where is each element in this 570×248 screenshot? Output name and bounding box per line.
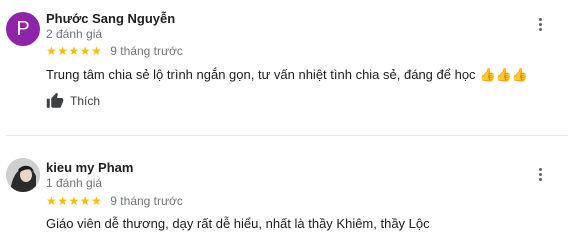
reviewer-review-count: 1 đánh giá [46,176,103,190]
review-card: kieu my Pham 1 đánh giá ★★★★★ 9 tháng tr… [0,136,570,248]
like-button[interactable]: Thích [46,92,100,110]
more-options-button[interactable] [534,16,546,34]
thumbs-up-emoji: 👍👍👍 [479,67,529,82]
reviewer-avatar[interactable]: P [6,12,40,46]
like-label: Thích [70,94,101,108]
review-time: 9 tháng trước [110,44,183,58]
more-vert-icon [538,168,542,171]
star-rating: ★★★★★ [46,194,103,208]
avatar-photo-icon [6,158,40,192]
review-text: Giáo viên dễ thương, dạy rất dễ hiểu, nh… [46,216,430,231]
review-card: P Phước Sang Nguyễn 2 đánh giá ★★★★★ 9 t… [0,0,570,135]
more-options-button[interactable] [534,166,546,184]
rating-row: ★★★★★ 9 tháng trước [46,194,183,208]
reviewer-review-count: 2 đánh giá [46,27,103,41]
reviewer-avatar[interactable] [6,158,40,192]
star-rating: ★★★★★ [46,44,103,58]
rating-row: ★★★★★ 9 tháng trước [46,44,183,58]
reviewer-name[interactable]: Phước Sang Nguyễn [46,11,175,26]
review-text-body: Trung tâm chia sẻ lộ trình ngắn gọn, tư … [46,67,476,82]
review-time: 9 tháng trước [110,194,183,208]
avatar-letter: P [16,17,30,40]
review-text: Trung tâm chia sẻ lộ trình ngắn gọn, tư … [46,67,528,83]
reviewer-name[interactable]: kieu my Pham [46,160,133,175]
thumb-up-icon [46,92,64,108]
more-vert-icon [538,18,542,21]
